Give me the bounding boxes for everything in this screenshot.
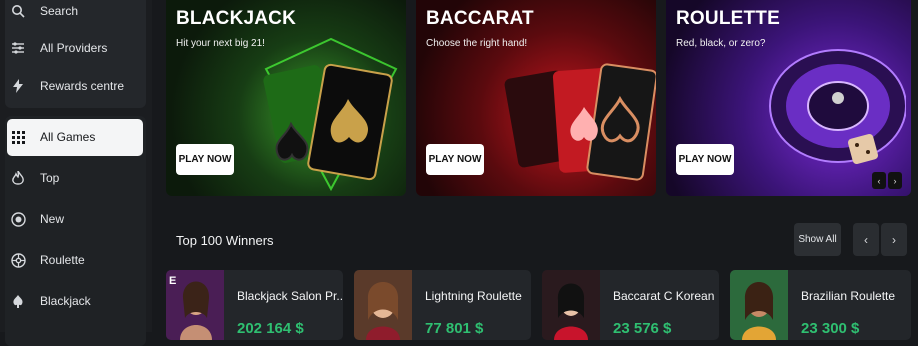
- baccarat-cards-art: [504, 63, 656, 181]
- winner-thumbnail: E: [166, 270, 224, 340]
- show-all-button[interactable]: Show All: [794, 223, 841, 256]
- flame-icon: [10, 170, 26, 186]
- winner-amount: 23 576 $: [613, 320, 672, 337]
- play-now-button[interactable]: PLAY NOW: [676, 144, 734, 175]
- sidebar-item-search[interactable]: Search: [10, 0, 78, 26]
- chevron-right-icon: ›: [892, 232, 896, 247]
- winner-amount: 23 300 $: [801, 320, 860, 337]
- winner-game-name: Lightning Roulette: [425, 289, 522, 303]
- sidebar-item-top[interactable]: Top: [10, 163, 59, 193]
- sidebar-item-label: New: [40, 212, 65, 226]
- sidebar-item-label: All Providers: [40, 41, 108, 55]
- blackjack-cards-art: [263, 37, 398, 192]
- promo-subtitle: Choose the right hand!: [426, 38, 528, 49]
- winners-next-button[interactable]: ›: [881, 223, 907, 256]
- winner-card[interactable]: E Blackjack Salon Pr... 202 164 $: [166, 270, 343, 340]
- chevron-left-icon: ‹: [877, 175, 881, 186]
- sidebar-item-roulette[interactable]: Roulette: [10, 245, 85, 275]
- play-now-button[interactable]: PLAY NOW: [426, 144, 484, 175]
- card-icon: [10, 293, 26, 309]
- winners-prev-button[interactable]: ‹: [853, 223, 879, 256]
- promo-title: BACCARAT: [426, 8, 534, 29]
- grid-icon: [10, 129, 26, 145]
- promo-card-blackjack[interactable]: BLACKJACK Hit your next big 21! PLAY NOW: [166, 0, 406, 196]
- sidebar-item-all-games[interactable]: All Games: [10, 122, 95, 152]
- winner-card[interactable]: Baccarat C Korean 23 576 $: [542, 270, 719, 340]
- promo-card-roulette[interactable]: ROULETTE Red, black, or zero? PLAY NOW: [666, 0, 911, 196]
- roulette-icon: [10, 252, 26, 268]
- sidebar-item-label: Blackjack: [40, 294, 91, 308]
- play-now-button[interactable]: PLAY NOW: [176, 144, 234, 175]
- new-badge-icon: [10, 211, 26, 227]
- winner-card[interactable]: Brazilian Roulette 23 300 $: [730, 270, 911, 340]
- winner-game-name: Brazilian Roulette: [801, 289, 896, 303]
- sidebar-item-new[interactable]: New: [10, 204, 64, 234]
- winner-game-name: Baccarat C Korean: [613, 289, 715, 303]
- promo-card-baccarat[interactable]: BACCARAT Choose the right hand! PLAY NOW: [416, 0, 656, 196]
- carousel-next-button[interactable]: ›: [888, 172, 902, 189]
- sliders-icon: [10, 40, 26, 56]
- winner-thumbnail: [542, 270, 600, 340]
- winner-card[interactable]: Lightning Roulette 77 801 $: [354, 270, 531, 340]
- promo-subtitle: Red, black, or zero?: [676, 38, 766, 49]
- promo-title: BLACKJACK: [176, 8, 297, 29]
- sidebar-item-label: Search: [40, 4, 79, 18]
- chevron-left-icon: ‹: [864, 232, 868, 247]
- sidebar-item-label: Roulette: [40, 253, 85, 267]
- promo-title: ROULETTE: [676, 8, 780, 29]
- winner-amount: 77 801 $: [425, 320, 484, 337]
- sidebar-item-blackjack[interactable]: Blackjack: [10, 286, 91, 316]
- winner-thumbnail: [354, 270, 412, 340]
- section-title: Top 100 Winners: [176, 233, 274, 248]
- sidebar-item-all-providers[interactable]: All Providers: [10, 33, 107, 63]
- sidebar-item-label: Rewards centre: [40, 79, 125, 93]
- sidebar: Search All Providers Rewards centre All …: [0, 0, 152, 346]
- sidebar-item-rewards-centre[interactable]: Rewards centre: [10, 71, 124, 101]
- carousel-prev-button[interactable]: ‹: [872, 172, 886, 189]
- promo-subtitle: Hit your next big 21!: [176, 38, 265, 49]
- chevron-right-icon: ›: [893, 175, 897, 186]
- winner-thumbnail: [730, 270, 788, 340]
- lightning-icon: [10, 78, 26, 94]
- sidebar-item-label: All Games: [40, 130, 96, 144]
- winner-amount: 202 164 $: [237, 320, 304, 337]
- search-icon: [10, 3, 26, 19]
- sidebar-item-label: Top: [40, 171, 60, 185]
- svg-text:E: E: [169, 275, 176, 287]
- winner-game-name: Blackjack Salon Pr...: [237, 289, 343, 303]
